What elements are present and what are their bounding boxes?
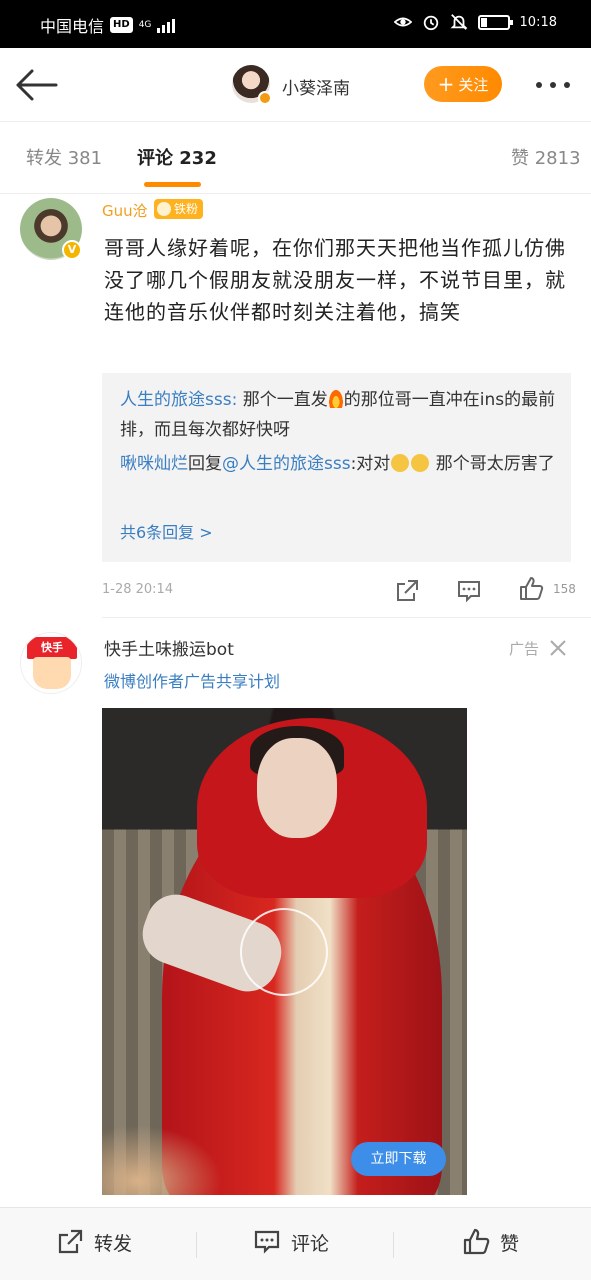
ad-avatar-cap: 快手 xyxy=(27,637,77,659)
status-left: 中国电信 HD 4G xyxy=(40,13,176,37)
more-options-icon[interactable] xyxy=(536,82,570,88)
reply-text: 那个哥太厉害了 xyxy=(430,454,555,474)
bottom-action-bar: 转发 评论 赞 xyxy=(0,1207,591,1280)
reply-text: :对对 xyxy=(350,454,391,474)
mute-icon xyxy=(450,14,468,30)
loading-ring-icon xyxy=(240,908,328,996)
repost-label: 转发 xyxy=(94,1232,133,1255)
ad-video[interactable]: 立即下载 xyxy=(102,708,467,1195)
signal-icon xyxy=(157,17,176,33)
comment-label: 评论 xyxy=(291,1232,330,1255)
separator xyxy=(393,1232,394,1258)
ad-label: 广告 xyxy=(509,640,540,658)
share-icon xyxy=(58,1229,83,1254)
reply-user[interactable]: 啾咪灿烂 xyxy=(120,454,188,474)
hd-badge: HD xyxy=(110,17,133,33)
tab-indicator xyxy=(144,182,201,187)
divider xyxy=(102,617,591,618)
tab-bar: 转发 381 评论 232 赞 2813 xyxy=(0,122,591,194)
reply-item: 啾咪灿烂回复@人生的旅途sss:对对 那个哥太厉害了 xyxy=(120,449,560,479)
author-avatar[interactable] xyxy=(232,65,272,105)
top-nav: 小葵泽南 + 关注 xyxy=(0,48,591,122)
comment-icon xyxy=(254,1230,280,1254)
clock: 10:18 xyxy=(519,14,557,30)
reply-icon[interactable] xyxy=(456,578,482,604)
reply-mention[interactable]: @人生的旅途sss xyxy=(222,454,351,474)
ad-account-name[interactable]: 快手土味搬运bot xyxy=(104,635,234,660)
back-arrow-icon[interactable] xyxy=(14,68,58,102)
more-replies-link[interactable]: 共6条回复 > xyxy=(120,519,213,543)
reply-text: 那个一直发 xyxy=(237,390,328,410)
like-icon xyxy=(463,1228,490,1255)
separator xyxy=(196,1232,197,1258)
like-count: 158 xyxy=(553,582,576,596)
ad-program-link[interactable]: 微博创作者广告共享计划 xyxy=(104,668,280,692)
reply-item: 人生的旅途sss: 那个一直发 的那位哥一直冲在ins的最前排，而且每次都好快呀 xyxy=(120,385,560,445)
like-button[interactable]: 赞 xyxy=(462,1228,519,1256)
plus-icon: + xyxy=(437,72,455,96)
reply-user[interactable]: 人生的旅途sss: xyxy=(120,390,237,410)
battery-icon xyxy=(477,14,513,30)
follow-label: 关注 xyxy=(458,75,489,94)
commenter-name[interactable]: Guu沧 xyxy=(102,200,148,221)
commenter-avatar[interactable]: V xyxy=(20,198,82,260)
verified-badge-icon xyxy=(258,91,272,105)
status-bar: 中国电信 HD 4G 10:18 xyxy=(0,0,591,48)
alarm-icon xyxy=(423,15,438,31)
cartoon-face-icon xyxy=(33,657,71,689)
repost-button[interactable]: 转发 xyxy=(56,1228,132,1256)
comment-time: 1-28 20:14 xyxy=(102,582,174,597)
fire-emoji-icon xyxy=(327,388,344,408)
download-button[interactable]: 立即下载 xyxy=(351,1142,446,1176)
reply-mid: 回复 xyxy=(188,454,222,474)
like-icon[interactable] xyxy=(518,576,544,602)
close-icon[interactable] xyxy=(548,638,568,658)
network-label: 4G xyxy=(138,20,152,30)
carrier-label: 中国电信 xyxy=(40,17,105,36)
eye-icon xyxy=(393,17,412,27)
author-name[interactable]: 小葵泽南 xyxy=(282,74,350,99)
tab-comments[interactable]: 评论 232 xyxy=(137,144,217,170)
video-scene xyxy=(102,1125,222,1195)
laugh-cry-emoji-icon xyxy=(411,454,430,472)
ad-avatar[interactable]: 快手 xyxy=(20,632,82,694)
comment-text: 哥哥人缘好着呢，在你们那天天把他当作孤儿仿佛没了哪几个假朋友就没朋友一样，不说节… xyxy=(104,236,566,324)
status-right: 10:18 xyxy=(393,13,557,31)
video-scene xyxy=(257,738,337,838)
comment-button[interactable]: 评论 xyxy=(253,1228,329,1256)
follow-button[interactable]: + 关注 xyxy=(424,66,502,102)
fan-badge: 铁粉 xyxy=(154,199,204,219)
laugh-cry-emoji-icon xyxy=(391,454,410,472)
replies-box[interactable]: 人生的旅途sss: 那个一直发 的那位哥一直冲在ins的最前排，而且每次都好快呀 … xyxy=(102,373,571,562)
like-label: 赞 xyxy=(500,1232,520,1255)
verified-badge-icon: V xyxy=(62,240,82,260)
tab-reposts[interactable]: 转发 381 xyxy=(26,144,102,170)
share-icon[interactable] xyxy=(394,578,420,604)
tab-likes[interactable]: 赞 2813 xyxy=(511,144,581,170)
